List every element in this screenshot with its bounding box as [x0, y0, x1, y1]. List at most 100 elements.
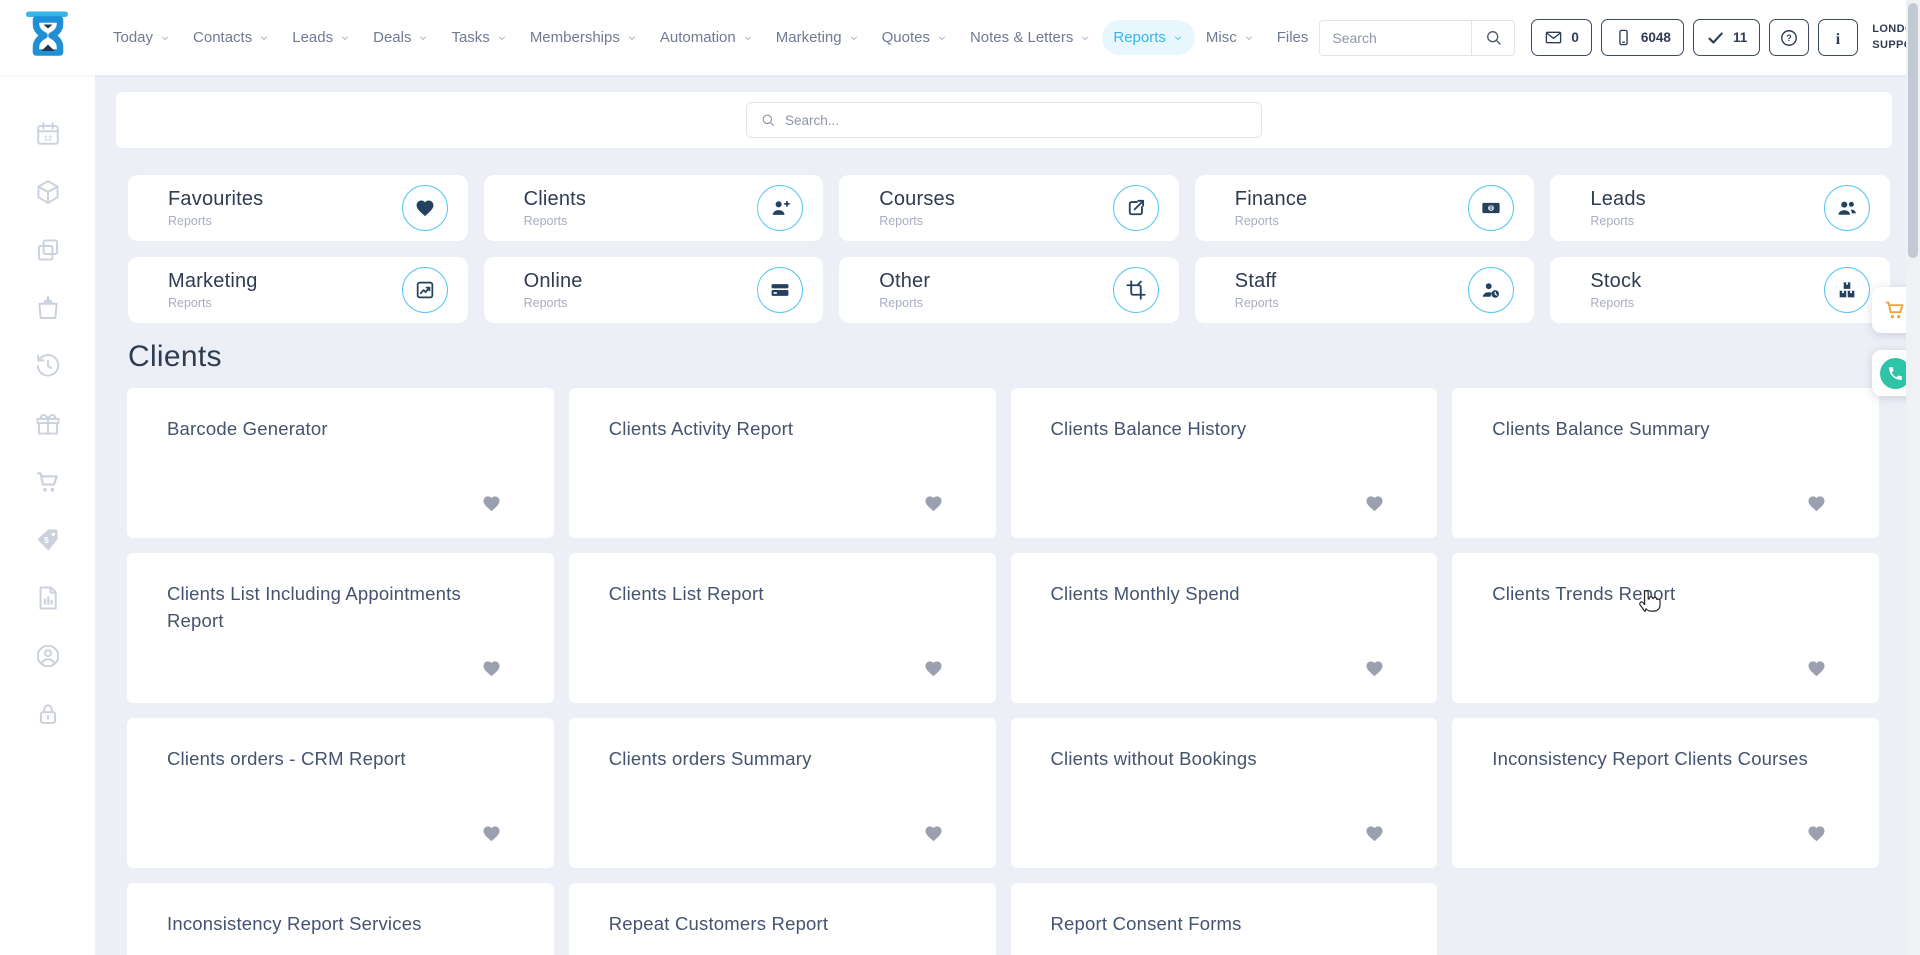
svg-text:i: i [1836, 30, 1841, 47]
sidebar-item-lock[interactable] [34, 700, 62, 728]
chart-line-icon [402, 267, 448, 313]
category-subtitle: Reports [168, 214, 263, 228]
sidebar-item-bag[interactable] [34, 294, 62, 322]
svg-text:12: 12 [43, 134, 51, 143]
sidebar-item-gift[interactable] [34, 410, 62, 438]
category-card-other[interactable]: OtherReports [839, 257, 1179, 323]
favourite-heart-icon[interactable] [481, 493, 502, 514]
report-card[interactable]: Clients Balance Summary [1452, 388, 1879, 538]
category-card-marketing[interactable]: Marketing Reports [128, 257, 468, 323]
nav-item-label: Automation [660, 29, 736, 46]
main-content: FavouritesReportsClientsReportsCoursesRe… [95, 75, 1892, 955]
nav-item-automation[interactable]: Automation [649, 20, 765, 55]
report-card[interactable]: Clients orders - CRM Report [127, 718, 554, 868]
category-card-clients[interactable]: ClientsReports [484, 175, 824, 241]
nav-item-contacts[interactable]: Contacts [182, 20, 281, 55]
sidebar-item-cube[interactable] [34, 178, 62, 206]
favourite-heart-icon[interactable] [1364, 658, 1385, 679]
top-header: TodayContacts Leads DealsTasksMemberships A… [0, 0, 1920, 75]
favourite-heart-icon[interactable] [481, 658, 502, 679]
nav-item-marketing[interactable]: Marketing [765, 20, 871, 55]
mobile-icon [1614, 28, 1633, 47]
nav-item-deals[interactable]: Deals [362, 20, 440, 55]
search-icon [1484, 28, 1503, 47]
report-card[interactable]: Clients orders Summary [569, 718, 996, 868]
header-search-button[interactable] [1471, 20, 1515, 56]
report-card[interactable]: Inconsistency Report Services [127, 883, 554, 955]
nav-item-label: Misc [1206, 29, 1237, 46]
category-card-favourites[interactable]: FavouritesReports [128, 175, 468, 241]
category-title: Marketing [168, 270, 258, 293]
report-card[interactable]: Clients List Report [569, 553, 996, 703]
sidebar-item-calendar[interactable]: 12 [34, 120, 62, 148]
favourite-heart-icon[interactable] [1806, 658, 1827, 679]
category-card-staff[interactable]: Staff Reports [1195, 257, 1535, 323]
person-plus-icon [757, 185, 803, 231]
favourite-heart-icon[interactable] [923, 493, 944, 514]
nav-item-reports[interactable]: Reports [1102, 20, 1195, 55]
nav-item-quotes[interactable]: Quotes [871, 20, 959, 55]
header-button-info[interactable]: i [1818, 19, 1858, 56]
favourite-heart-icon[interactable] [1806, 823, 1827, 844]
reports-search-input[interactable] [785, 113, 1248, 128]
app-logo[interactable] [24, 10, 72, 66]
category-card-finance[interactable]: FinanceReports0 [1195, 175, 1535, 241]
report-card[interactable]: Clients Activity Report [569, 388, 996, 538]
category-title: Staff [1235, 270, 1279, 293]
header-badge-check[interactable]: 11 [1693, 19, 1760, 56]
sidebar-item-cart[interactable] [34, 468, 62, 496]
favourite-heart-icon[interactable] [1364, 823, 1385, 844]
report-title: Clients List Report [609, 581, 936, 608]
report-card[interactable]: Clients Monthly Spend [1011, 553, 1438, 703]
favourite-heart-icon[interactable] [1806, 493, 1827, 514]
report-title: Inconsistency Report Clients Courses [1492, 746, 1819, 773]
report-card[interactable]: Clients Balance History [1011, 388, 1438, 538]
report-card[interactable]: Clients without Bookings [1011, 718, 1438, 868]
category-subtitle: Reports [1235, 296, 1279, 310]
report-card[interactable]: Report Consent Forms [1011, 883, 1438, 955]
sidebar-item-history[interactable] [34, 352, 62, 380]
badge-count: 0 [1571, 30, 1579, 45]
sidebar-item-account[interactable] [34, 642, 62, 670]
nav-item-files[interactable]: Files [1266, 20, 1320, 55]
report-card[interactable]: Clients List Including Appointments Repo… [127, 553, 554, 703]
favourite-heart-icon[interactable] [481, 823, 502, 844]
report-card[interactable]: Repeat Customers Report [569, 883, 996, 955]
chevron-down-icon [626, 32, 638, 44]
nav-item-leads[interactable]: Leads [281, 20, 362, 55]
report-card[interactable]: Inconsistency Report Clients Courses [1452, 718, 1879, 868]
favourite-heart-icon[interactable] [923, 823, 944, 844]
category-card-stock[interactable]: StockReports [1550, 257, 1890, 323]
header-search-input[interactable] [1319, 20, 1471, 56]
scrollbar-thumb[interactable] [1908, 3, 1918, 258]
category-card-text: LeadsReports [1590, 188, 1646, 228]
header-button-help[interactable]: ? [1769, 19, 1809, 56]
chevron-down-icon [1172, 32, 1184, 44]
nav-item-label: Leads [292, 29, 333, 46]
report-card[interactable]: Clients Trends Report [1452, 553, 1879, 703]
badge-count: 6048 [1641, 30, 1671, 45]
category-card-text: Staff Reports [1235, 270, 1279, 310]
help-icon: ? [1779, 28, 1799, 48]
nav-item-today[interactable]: Today [102, 20, 182, 55]
nav-item-notes-letters[interactable]: Notes & Letters [959, 20, 1102, 55]
category-title: Other [879, 270, 930, 293]
sidebar-item-doc-chart[interactable] [34, 584, 62, 612]
category-card-online[interactable]: OnlineReports [484, 257, 824, 323]
category-subtitle: Reports [168, 296, 258, 310]
report-card[interactable]: Barcode Generator [127, 388, 554, 538]
header-badge-mobile[interactable]: 6048 [1601, 19, 1684, 56]
nav-item-tasks[interactable]: Tasks [440, 20, 518, 55]
nav-item-memberships[interactable]: Memberships [519, 20, 649, 55]
category-card-leads[interactable]: LeadsReports [1550, 175, 1890, 241]
scrollbar-track[interactable] [1906, 0, 1920, 955]
sidebar-item-tag[interactable]: $ [34, 526, 62, 554]
sidebar-item-copy[interactable] [34, 236, 62, 264]
category-card-courses[interactable]: CoursesReports [839, 175, 1179, 241]
category-subtitle: Reports [524, 296, 583, 310]
favourite-heart-icon[interactable] [923, 658, 944, 679]
main-nav: TodayContacts Leads DealsTasksMemberships A… [102, 20, 1319, 55]
favourite-heart-icon[interactable] [1364, 493, 1385, 514]
header-badge-envelope[interactable]: 0 [1531, 19, 1592, 56]
nav-item-misc[interactable]: Misc [1195, 20, 1266, 55]
